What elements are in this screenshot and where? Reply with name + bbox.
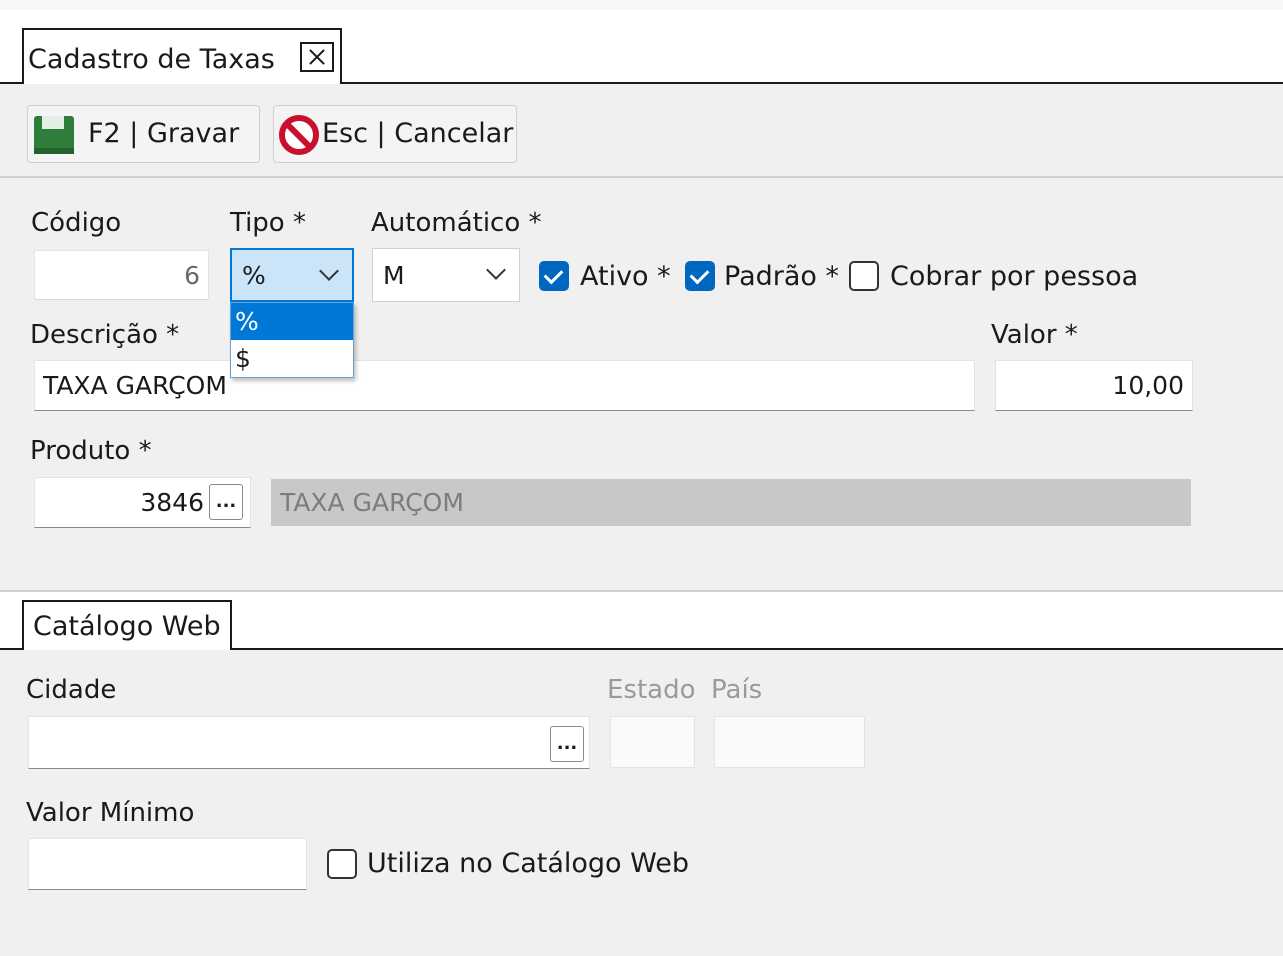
pais-field [714,716,865,768]
automatico-label: Automático * [371,208,542,238]
cobrar-por-pessoa-checkbox[interactable] [849,261,879,291]
codigo-field[interactable]: 6 [34,250,209,300]
codigo-value: 6 [184,260,200,290]
valor-label: Valor * [991,320,1078,350]
chevron-down-icon [486,260,506,280]
cobrar-por-pessoa-label: Cobrar por pessoa [890,261,1139,292]
save-button-label: F2 | Gravar [88,118,240,149]
tab-title: Cadastro de Taxas [28,44,275,75]
toolbar-divider [0,176,1283,178]
floppy-disk-icon [34,116,74,154]
automatico-select[interactable]: M [372,248,520,302]
padrao-checkbox[interactable] [685,261,715,291]
top-strip [0,0,1283,10]
automatico-selected-value: M [383,260,405,290]
cidade-field[interactable] [28,716,590,769]
ativo-label: Ativo * [580,261,671,292]
produto-code-value: 3846 [140,488,204,517]
produto-description-value: TAXA GARÇOM [280,488,464,517]
close-tab-button[interactable] [300,42,334,72]
utiliza-catalogo-web-label: Utiliza no Catálogo Web [367,848,690,879]
prohibited-icon [279,115,319,155]
produto-lookup-button[interactable]: ... [209,484,243,520]
produto-label: Produto * [30,436,152,466]
cidade-label: Cidade [26,675,117,705]
tipo-dropdown-list: % $ [230,302,354,378]
tipo-label: Tipo * [230,208,306,238]
descricao-field[interactable]: TAXA GARÇOM [34,360,975,411]
tipo-select[interactable]: % [230,248,354,302]
pais-label: País [711,675,763,705]
cancel-button-label: Esc | Cancelar [322,118,514,149]
padrao-label: Padrão * [724,261,840,292]
produto-description-field: TAXA GARÇOM [271,479,1191,526]
descricao-value: TAXA GARÇOM [43,371,227,400]
codigo-label: Código [31,208,122,238]
cidade-lookup-button[interactable]: ... [550,726,584,762]
estado-label: Estado [607,675,696,705]
descricao-label: Descrição * [30,320,180,350]
tipo-option-dollar[interactable]: $ [231,340,353,377]
valor-value: 10,00 [1112,371,1184,400]
web-tab-title: Catálogo Web [33,611,221,642]
ativo-checkbox[interactable] [539,261,569,291]
tipo-option-percent[interactable]: % [231,303,353,340]
tipo-selected-value: % [242,260,266,290]
valor-minimo-field[interactable] [28,838,307,890]
valor-minimo-label: Valor Mínimo [26,798,195,828]
chevron-down-icon [319,261,339,281]
estado-field [610,716,695,768]
valor-field[interactable]: 10,00 [995,360,1193,411]
utiliza-catalogo-web-checkbox[interactable] [327,849,357,879]
